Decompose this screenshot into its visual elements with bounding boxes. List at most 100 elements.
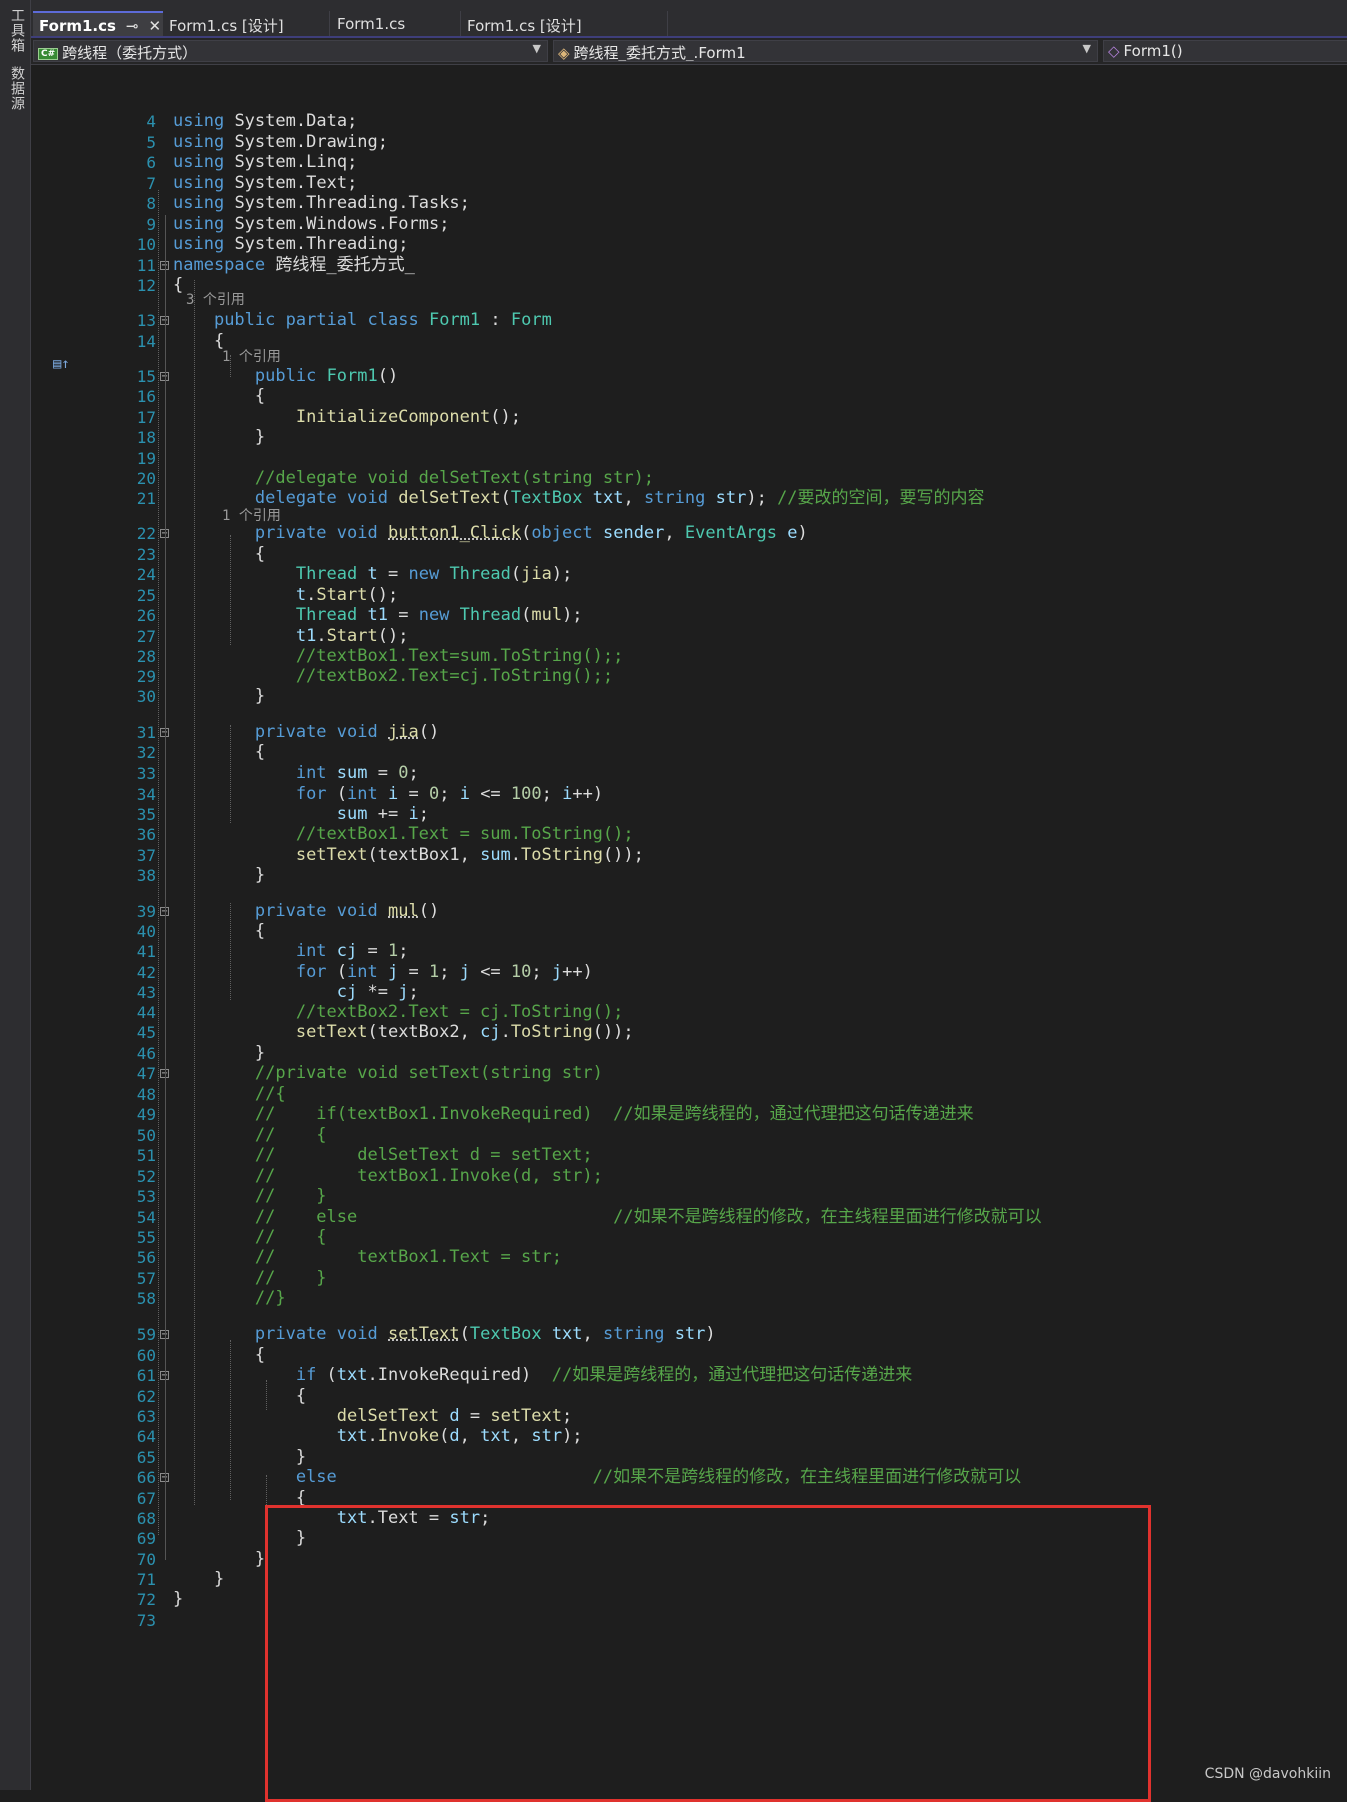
code-text[interactable]: Thread t1 = new Thread(mul); — [173, 604, 583, 627]
line-number: 12 — [136, 276, 156, 295]
line-number: 21 — [136, 489, 156, 508]
code-text[interactable]: // if(textBox1.InvokeRequired) //如果是跨线程的… — [173, 1103, 974, 1126]
tab-form1-designer[interactable]: Form1.cs [设计] — [163, 11, 330, 36]
line-number: 64 — [136, 1427, 156, 1446]
code-line[interactable]: 33 int sum = 0; — [31, 762, 1347, 785]
code-text[interactable]: int sum = 0; — [173, 762, 419, 785]
line-number: 10 — [136, 235, 156, 254]
tab-form1-designer-2[interactable]: Form1.cs [设计] — [461, 11, 668, 36]
line-number: 53 — [136, 1187, 156, 1206]
code-text[interactable]: //private void setText(string str) — [173, 1062, 603, 1085]
line-number: 73 — [136, 1611, 156, 1630]
code-line[interactable]: 10 using System.Threading; — [31, 233, 1347, 256]
code-line[interactable]: 38 } — [31, 864, 1347, 887]
close-icon[interactable]: ✕ — [149, 17, 162, 35]
code-text[interactable]: int cj = 1; — [173, 940, 409, 963]
code-text[interactable]: // delSetText d = setText; — [173, 1144, 593, 1167]
indent-guide — [266, 1475, 267, 1505]
code-line[interactable]: 53 // } — [31, 1185, 1347, 1208]
code-text[interactable]: // textBox1.Text = str; — [173, 1246, 562, 1269]
project-dropdown[interactable]: C# 跨线程（委托方式） ▼ — [33, 40, 548, 62]
code-line[interactable]: 4 using System.Data; — [31, 110, 1347, 133]
code-text[interactable]: using System.Threading.Tasks; — [173, 192, 470, 215]
datasource-tab[interactable]: 数据源 — [3, 66, 27, 111]
code-line[interactable]: 8 using System.Threading.Tasks; — [31, 192, 1347, 215]
code-text[interactable]: { — [173, 741, 265, 764]
code-text[interactable]: if (txt.InvokeRequired) //如果是跨线程的，通过代理把这… — [173, 1364, 912, 1387]
code-line[interactable]: 13 public partial class Form1 : Form — [31, 309, 1347, 332]
code-line[interactable]: 26 Thread t1 = new Thread(mul); — [31, 604, 1347, 627]
line-number: 14 — [136, 332, 156, 351]
code-text[interactable]: private void button1_Click(object sender… — [173, 522, 808, 545]
indent-guide — [230, 903, 231, 1000]
code-line[interactable]: 22 private void button1_Click(object sen… — [31, 522, 1347, 545]
code-editor[interactable]: ▤↑ 4 using System.Data; 5 using System.Draw… — [31, 65, 1347, 1802]
code-line[interactable]: 61 if (txt.InvokeRequired) //如果是跨线程的，通过代… — [31, 1364, 1347, 1387]
navigation-bar: C# 跨线程（委托方式） ▼ ◈ 跨线程_委托方式_.Form1 ▼ ◇ Form1(… — [31, 38, 1347, 65]
code-text[interactable]: } — [173, 864, 265, 887]
code-line[interactable]: 64 txt.Invoke(d, txt, str); — [31, 1425, 1347, 1448]
project-name: 跨线程（委托方式） — [62, 44, 198, 62]
line-number: 4 — [146, 112, 156, 131]
codelens-reference-count[interactable]: 1 个引用 — [222, 507, 281, 525]
member-dropdown[interactable]: ◇ Form1() — [1103, 40, 1347, 62]
code-text[interactable]: } — [173, 1588, 183, 1611]
code-line[interactable]: 30 } — [31, 685, 1347, 708]
line-number: 16 — [136, 387, 156, 406]
code-line[interactable]: 41 int cj = 1; — [31, 940, 1347, 963]
code-text[interactable]: else //如果不是跨线程的修改，在主线程里面进行修改就可以 — [173, 1466, 1021, 1489]
code-line[interactable]: 49 // if(textBox1.InvokeRequired) //如果是跨… — [31, 1103, 1347, 1126]
document-tab-bar: Form1.cs ⊸ ✕ Form1.cs [设计] Form1.cs Form1.… — [31, 0, 1347, 38]
line-number: 41 — [136, 942, 156, 961]
code-text[interactable]: setText(textBox2, cj.ToString()); — [173, 1021, 634, 1044]
code-line[interactable]: 32 { — [31, 741, 1347, 764]
code-text[interactable]: // } — [173, 1185, 327, 1208]
code-line[interactable]: 59 private void setText(TextBox txt, str… — [31, 1323, 1347, 1346]
pin-icon[interactable]: ⊸ — [126, 17, 139, 35]
code-line[interactable]: 56 // textBox1.Text = str; — [31, 1246, 1347, 1269]
line-number: 33 — [136, 764, 156, 783]
code-line[interactable]: 16 { — [31, 385, 1347, 408]
line-number: 6 — [146, 153, 156, 172]
code-line[interactable]: 47 //private void setText(string str) — [31, 1062, 1347, 1085]
code-text[interactable]: using System.Threading; — [173, 233, 408, 256]
code-text[interactable]: using System.Linq; — [173, 151, 357, 174]
chevron-down-icon: ▼ — [1082, 42, 1091, 55]
code-text[interactable]: private void setText(TextBox txt, string… — [173, 1323, 716, 1346]
code-line[interactable]: 36 //textBox1.Text = sum.ToString(); — [31, 823, 1347, 846]
code-text[interactable]: Thread t = new Thread(jia); — [173, 563, 572, 586]
line-number: 18 — [136, 428, 156, 447]
code-text[interactable]: { — [173, 274, 183, 297]
outline-bar — [165, 215, 166, 1560]
class-dropdown[interactable]: ◈ 跨线程_委托方式_.Form1 ▼ — [553, 40, 1098, 62]
code-text[interactable]: { — [173, 385, 265, 408]
code-text[interactable]: //} — [173, 1287, 286, 1310]
line-number: 36 — [136, 825, 156, 844]
watermark: CSDN @davohkiin — [1204, 1766, 1331, 1782]
class-icon: ◈ — [558, 44, 570, 62]
toolbox-tab[interactable]: 工具箱 — [3, 8, 27, 53]
code-text[interactable]: public partial class Form1 : Form — [173, 309, 552, 332]
indent-guide — [266, 1380, 267, 1410]
code-text[interactable]: using System.Data; — [173, 110, 357, 133]
tab-form1-cs-active[interactable]: Form1.cs ⊸ ✕ — [33, 11, 163, 36]
code-text[interactable]: { — [173, 330, 224, 353]
code-line[interactable]: 66 else //如果不是跨线程的修改，在主线程里面进行修改就可以 — [31, 1466, 1347, 1489]
tab-form1-cs[interactable]: Form1.cs — [331, 11, 461, 36]
code-text[interactable]: //textBox1.Text = sum.ToString(); — [173, 823, 634, 846]
code-line[interactable]: 45 setText(textBox2, cj.ToString()); — [31, 1021, 1347, 1044]
code-text[interactable]: } — [173, 685, 265, 708]
line-number: 49 — [136, 1105, 156, 1124]
highlight-box — [265, 1505, 1151, 1802]
code-line[interactable]: 24 Thread t = new Thread(jia); — [31, 563, 1347, 586]
line-number: 66 — [136, 1468, 156, 1487]
code-line[interactable]: 18 } — [31, 426, 1347, 449]
line-number: 32 — [136, 743, 156, 762]
code-line[interactable]: 6 using System.Linq; — [31, 151, 1347, 174]
code-text[interactable]: txt.Invoke(d, txt, str); — [173, 1425, 583, 1448]
indent-guide — [230, 1340, 231, 1500]
code-line[interactable]: 51 // delSetText d = setText; — [31, 1144, 1347, 1167]
code-text[interactable]: delegate void delSetText(TextBox txt, st… — [173, 487, 985, 510]
code-line[interactable]: 58 //} — [31, 1287, 1347, 1310]
code-text[interactable]: } — [173, 426, 265, 449]
